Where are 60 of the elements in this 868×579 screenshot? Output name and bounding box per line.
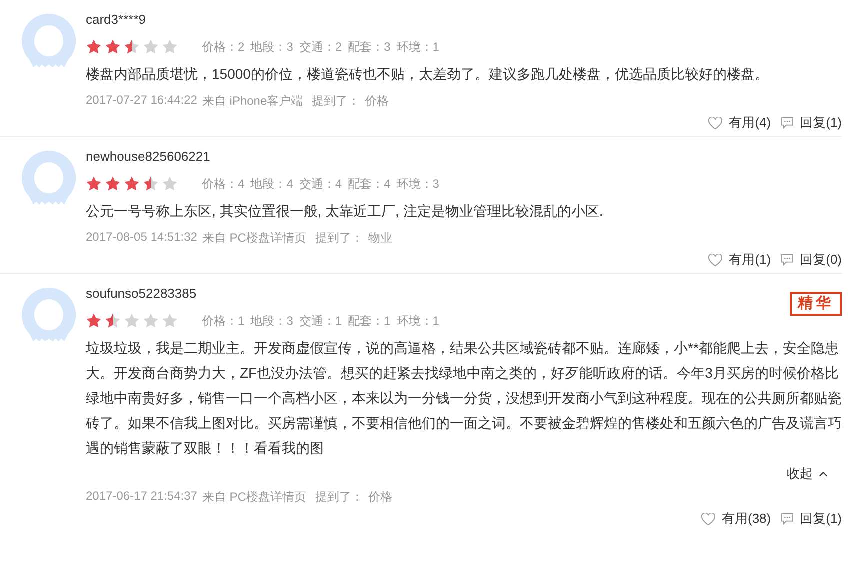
mention-label: 提到了：: [315, 489, 364, 506]
comment-icon: [781, 117, 794, 129]
score-label: 价格：4: [202, 176, 245, 192]
reply-button[interactable]: 回复(0): [781, 251, 842, 269]
star-icon: [105, 176, 121, 192]
star-icon: [86, 313, 102, 329]
score-label: 地段：4: [250, 176, 294, 192]
star-icon: [86, 39, 102, 55]
score-label: 价格：2: [202, 38, 245, 56]
collapse-button[interactable]: 收起: [787, 465, 828, 483]
review-text: 垃圾垃圾，我是二期业主。开发商虚假宣传，说的高逼格，结果公共区域瓷砖都不贴。连廊矮，小**都能爬上去，安全隐患大。开发商台商势力大，ZF也没办法管。想买的赶紧去找绿地中南之类的，好歹能听政府的话。今年3月买房的时候价格比绿地中南贵好多，销售一口一个高档小区，本来以为一分钱一分货，没想到开发商小气到这种程度。现在的公共厕所都贴瓷砖了。如果不信我上图对比。买房需谨慎，不要相信他们的一面之词。不要被金碧辉煌的售楼处和五颜六色的广告及谎言巧遇的销售蒙蔽了双眼！！！看看我的图: [86, 339, 842, 458]
score-label: 地段：3: [250, 312, 294, 330]
post-time: 2017-07-27 16:44:22: [86, 93, 198, 109]
star-icon: [143, 313, 159, 329]
star-icon: [162, 313, 178, 329]
score-label: 交通：2: [299, 38, 342, 56]
post-time: 2017-08-05 14:51:32: [86, 230, 198, 246]
comment-icon: [781, 254, 794, 266]
star-icon: [143, 176, 159, 192]
heart-icon: [708, 254, 724, 266]
score-label: 交通：1: [299, 312, 342, 330]
useful-button[interactable]: 有用(38): [700, 510, 772, 528]
useful-button[interactable]: 有用(4): [708, 114, 772, 132]
star-icon: [124, 313, 140, 329]
post-source: 来自 PC楼盘详情页: [202, 230, 306, 247]
reply-button[interactable]: 回复(1): [781, 114, 842, 132]
featured-stamp: 精华: [790, 292, 842, 316]
username[interactable]: card3****9: [86, 12, 146, 27]
score-label: 配套：4: [348, 176, 391, 192]
star-icon: [105, 39, 121, 55]
comment-icon: [781, 513, 794, 525]
score-label: 环境：1: [396, 312, 440, 330]
star-icon: [124, 39, 140, 55]
heart-icon: [700, 512, 716, 526]
star-icon: [105, 313, 121, 329]
star-icon: [162, 39, 178, 55]
mention-label: 提到了：: [315, 230, 364, 247]
heart-icon: [708, 116, 724, 130]
post-source: 来自 iPhone客户端: [202, 93, 304, 110]
star-icon: [143, 39, 159, 55]
score-label: 配套：3: [348, 38, 391, 56]
score-label: 地段：3: [250, 38, 294, 56]
username[interactable]: newhouse825606221: [86, 149, 210, 164]
score-label: 价格：1: [202, 312, 245, 330]
mention-label: 提到了：: [312, 93, 360, 110]
star-icon: [162, 176, 178, 192]
star-icon: [86, 176, 102, 192]
score-label: 环境：3: [396, 176, 440, 192]
useful-button[interactable]: 有用(1): [708, 251, 772, 269]
score-label: 环境：1: [396, 38, 440, 56]
post-time: 2017-06-17 21:54:37: [86, 489, 198, 505]
score-label: 交通：4: [299, 176, 342, 192]
star-icon: [124, 176, 140, 192]
post-source: 来自 PC楼盘详情页: [202, 489, 306, 506]
review-text: 公元一号号称上东区, 其实位置很一般, 太靠近工厂, 注定是物业管理比较混乱的小区.: [86, 202, 604, 221]
reply-button[interactable]: 回复(1): [781, 510, 842, 528]
caret-icon: [819, 471, 828, 477]
review-text: 楼盘内部品质堪忧，15000的价位，楼道瓷砖也不贴，太差劲了。建议多跑几处楼盘，优选品质比较好的楼盘。: [86, 65, 770, 84]
score-label: 配套：1: [348, 312, 391, 330]
username[interactable]: soufunso52283385: [86, 286, 197, 301]
